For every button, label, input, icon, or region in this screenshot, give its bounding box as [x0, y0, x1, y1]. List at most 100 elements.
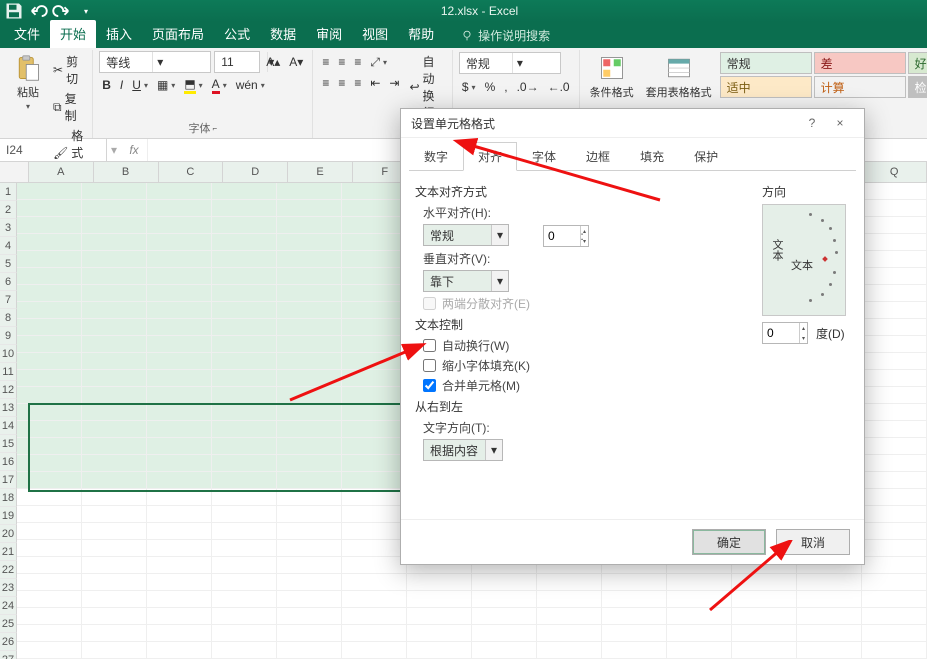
cell[interactable] [862, 217, 927, 234]
cell[interactable] [147, 285, 212, 302]
name-box[interactable]: I24 [0, 139, 107, 161]
increase-font-button[interactable]: A▴ [263, 54, 283, 70]
row-header[interactable]: 25 [0, 615, 17, 633]
cell[interactable] [17, 540, 82, 557]
cell[interactable] [342, 200, 407, 217]
cell[interactable] [342, 574, 407, 591]
cell[interactable] [17, 268, 82, 285]
cell[interactable] [82, 557, 147, 574]
cell[interactable] [342, 387, 407, 404]
row-header[interactable]: 11 [0, 363, 17, 381]
tab-help[interactable]: 帮助 [398, 20, 444, 48]
cell[interactable] [277, 336, 342, 353]
tab-view[interactable]: 视图 [352, 20, 398, 48]
fill-color-button[interactable]: ⬒▾ [181, 76, 205, 95]
cell[interactable] [17, 319, 82, 336]
row-header[interactable]: 9 [0, 327, 17, 345]
cell[interactable] [472, 625, 537, 642]
cell[interactable] [17, 608, 82, 625]
row-header[interactable]: 14 [0, 417, 17, 435]
cancel-button[interactable]: 取消 [776, 529, 850, 555]
wrap-text-checkbox[interactable] [423, 339, 436, 352]
paste-button[interactable]: 粘贴 ▾ [10, 52, 46, 113]
cell[interactable] [147, 268, 212, 285]
cell[interactable] [537, 591, 602, 608]
save-icon[interactable] [4, 2, 24, 20]
row-header[interactable]: 18 [0, 489, 17, 507]
row-header[interactable]: 23 [0, 579, 17, 597]
cell[interactable] [342, 506, 407, 523]
percent-button[interactable]: % [482, 79, 499, 95]
cell[interactable] [82, 489, 147, 506]
cell[interactable] [732, 608, 797, 625]
cell[interactable] [732, 625, 797, 642]
cell[interactable] [212, 404, 277, 421]
cell[interactable] [212, 336, 277, 353]
cell[interactable] [667, 591, 732, 608]
cell[interactable] [862, 183, 927, 200]
cell[interactable] [862, 302, 927, 319]
row-header[interactable]: 15 [0, 435, 17, 453]
cell[interactable] [862, 608, 927, 625]
up-arrow-icon[interactable]: ▴ [800, 323, 807, 333]
cell[interactable] [212, 302, 277, 319]
cell[interactable] [17, 625, 82, 642]
degree-spinner[interactable]: ▴▾ [762, 322, 808, 344]
border-button[interactable]: ▦▾ [154, 77, 178, 93]
h-align-combo[interactable]: 常规▾ [423, 224, 509, 246]
cell[interactable] [147, 319, 212, 336]
cell[interactable] [212, 319, 277, 336]
cell[interactable] [147, 302, 212, 319]
cell[interactable] [82, 523, 147, 540]
cell[interactable] [17, 302, 82, 319]
cell[interactable] [17, 251, 82, 268]
cell[interactable] [732, 591, 797, 608]
cell[interactable] [82, 268, 147, 285]
degree-value[interactable] [763, 323, 799, 343]
cell[interactable] [82, 625, 147, 642]
cell[interactable] [602, 642, 667, 659]
cell[interactable] [342, 234, 407, 251]
cell[interactable] [147, 336, 212, 353]
cell[interactable] [277, 319, 342, 336]
cell[interactable] [212, 421, 277, 438]
cell-style-bad[interactable]: 差 [814, 52, 906, 74]
cell[interactable] [147, 234, 212, 251]
cell[interactable] [212, 438, 277, 455]
copy-button[interactable]: ⧉复制 [50, 89, 86, 125]
conditional-format-button[interactable]: 条件格式 [586, 52, 638, 102]
cell[interactable] [147, 557, 212, 574]
cell[interactable] [342, 472, 407, 489]
col-header[interactable]: D [223, 162, 288, 182]
row-header[interactable]: 16 [0, 453, 17, 471]
cell[interactable] [342, 353, 407, 370]
cell[interactable] [82, 285, 147, 302]
cell[interactable] [407, 625, 472, 642]
cell[interactable] [17, 234, 82, 251]
cell-style-check[interactable]: 检查单元 [908, 76, 927, 98]
indent-value[interactable] [544, 226, 580, 246]
cell[interactable] [82, 438, 147, 455]
cell[interactable] [147, 489, 212, 506]
cell[interactable] [212, 523, 277, 540]
cell[interactable] [212, 608, 277, 625]
cell[interactable] [797, 642, 862, 659]
cell[interactable] [212, 591, 277, 608]
cell[interactable] [797, 591, 862, 608]
cell[interactable] [862, 353, 927, 370]
align-center-button[interactable]: ≡ [335, 75, 348, 91]
cell[interactable] [17, 523, 82, 540]
cell[interactable] [147, 540, 212, 557]
cell[interactable] [277, 217, 342, 234]
row-header[interactable]: 5 [0, 255, 17, 273]
cut-button[interactable]: ✂剪切 [50, 52, 86, 88]
cell[interactable] [342, 268, 407, 285]
cell[interactable] [82, 319, 147, 336]
qat-dropdown-icon[interactable]: ▾ [76, 2, 96, 20]
align-top-button[interactable]: ≡ [319, 54, 332, 70]
cell[interactable] [82, 421, 147, 438]
down-arrow-icon[interactable]: ▾ [581, 236, 588, 246]
cell[interactable] [862, 234, 927, 251]
cell[interactable] [17, 506, 82, 523]
row-header[interactable]: 13 [0, 399, 17, 417]
